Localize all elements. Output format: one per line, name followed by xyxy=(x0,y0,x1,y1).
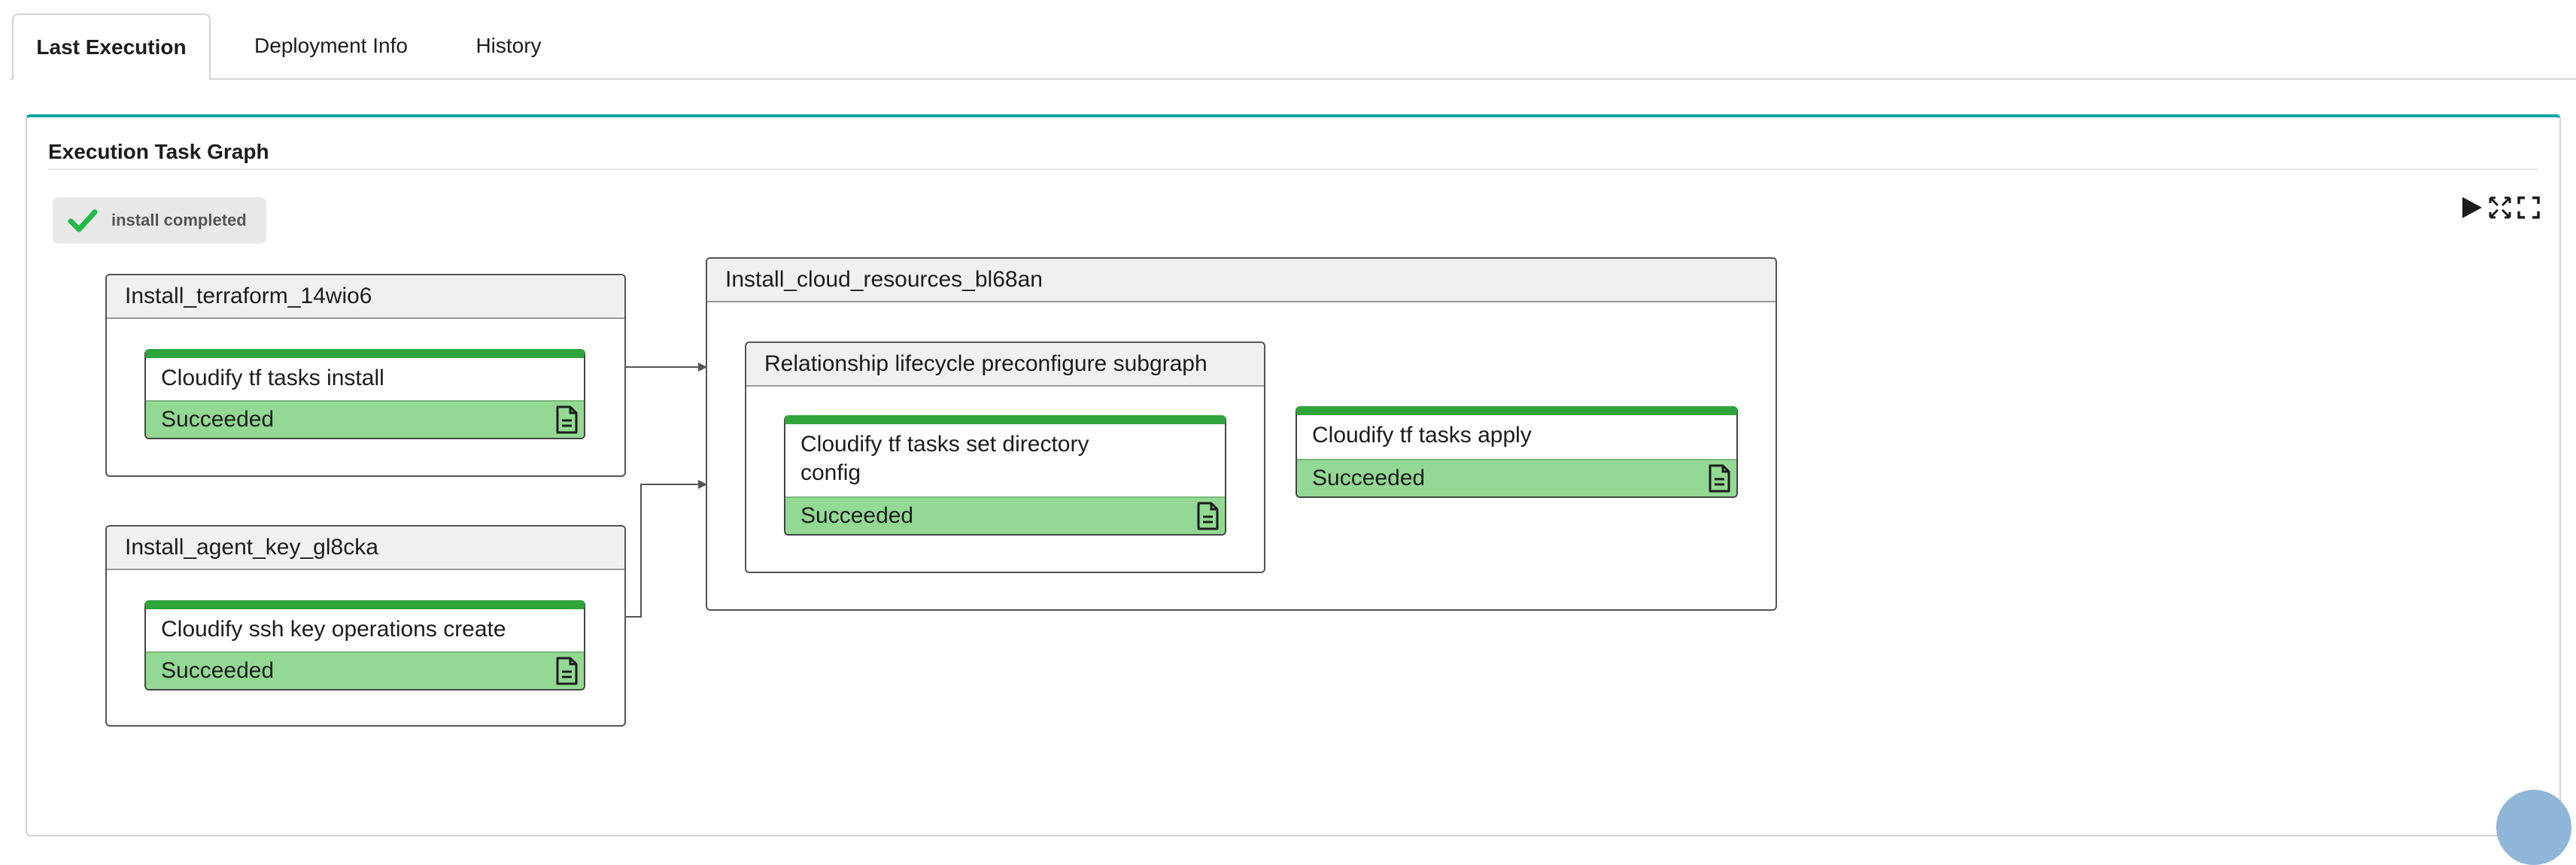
task-status: Succeeded xyxy=(1297,459,1736,496)
task-card[interactable]: Cloudify tf tasks set directory config S… xyxy=(784,415,1226,536)
task-name: Cloudify tf tasks install xyxy=(161,366,384,390)
document-icon[interactable] xyxy=(554,656,579,686)
task-status: Succeeded xyxy=(146,651,584,689)
group-title: Install_agent_key_gl8cka xyxy=(107,527,624,570)
edge-agent-key-to-cloud-resources xyxy=(626,480,707,618)
help-button[interactable] xyxy=(2496,790,2571,865)
document-icon[interactable] xyxy=(1706,463,1732,493)
task-name: Cloudify ssh key operations create xyxy=(161,617,506,642)
group-title: Install_terraform_14wio6 xyxy=(107,275,624,319)
task-card[interactable]: Cloudify tf tasks apply Succeeded xyxy=(1296,406,1738,498)
task-card[interactable]: Cloudify tf tasks install Succeeded xyxy=(144,349,585,439)
task-status: Succeeded xyxy=(146,400,584,438)
subgraph-title: Relationship lifecycle preconfigure subg… xyxy=(746,343,1264,387)
document-icon[interactable] xyxy=(554,405,579,435)
task-name: Cloudify tf tasks apply xyxy=(1312,423,1532,448)
task-status: Succeeded xyxy=(785,496,1225,534)
document-icon[interactable] xyxy=(1195,501,1220,531)
task-name: Cloudify tf tasks set directory config xyxy=(800,432,1089,485)
task-card[interactable]: Cloudify ssh key operations create Succe… xyxy=(144,600,585,690)
group-title: Install_cloud_resources_bl68an xyxy=(707,259,1776,302)
